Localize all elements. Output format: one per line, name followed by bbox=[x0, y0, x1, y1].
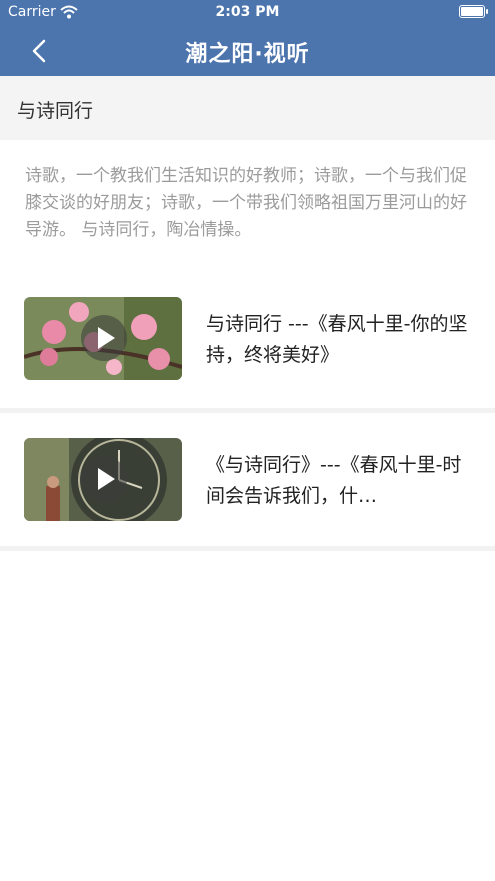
section-header: 与诗同行 bbox=[0, 76, 495, 140]
section-title: 与诗同行 bbox=[17, 100, 94, 122]
video-thumbnail[interactable] bbox=[24, 297, 182, 380]
video-title[interactable]: 与诗同行 ---《春风十里-你的坚持，终将美好》 bbox=[206, 309, 474, 371]
video-list-item[interactable]: 与诗同行 ---《春风十里-你的坚持，终将美好》 bbox=[0, 285, 495, 408]
play-icon[interactable] bbox=[81, 315, 127, 361]
play-icon[interactable] bbox=[81, 456, 127, 502]
video-list-item[interactable]: 《与诗同行》---《春风十里-时间会告诉我们，什… bbox=[0, 413, 495, 546]
navigation-bar: 潮之阳·视听 bbox=[0, 26, 495, 76]
video-thumbnail[interactable] bbox=[24, 438, 182, 521]
clock-time: 2:03 PM bbox=[215, 4, 280, 20]
page-title: 潮之阳·视听 bbox=[185, 42, 310, 67]
video-title[interactable]: 《与诗同行》---《春风十里-时间会告诉我们，什… bbox=[206, 450, 474, 512]
intro-text: 诗歌，一个教我们生活知识的好教师；诗歌，一个与我们促膝交谈的好朋友；诗歌，一个带… bbox=[25, 166, 467, 240]
battery-icon bbox=[459, 5, 488, 18]
status-bar: Carrier 2:03 PM bbox=[0, 0, 495, 26]
divider bbox=[0, 546, 495, 551]
